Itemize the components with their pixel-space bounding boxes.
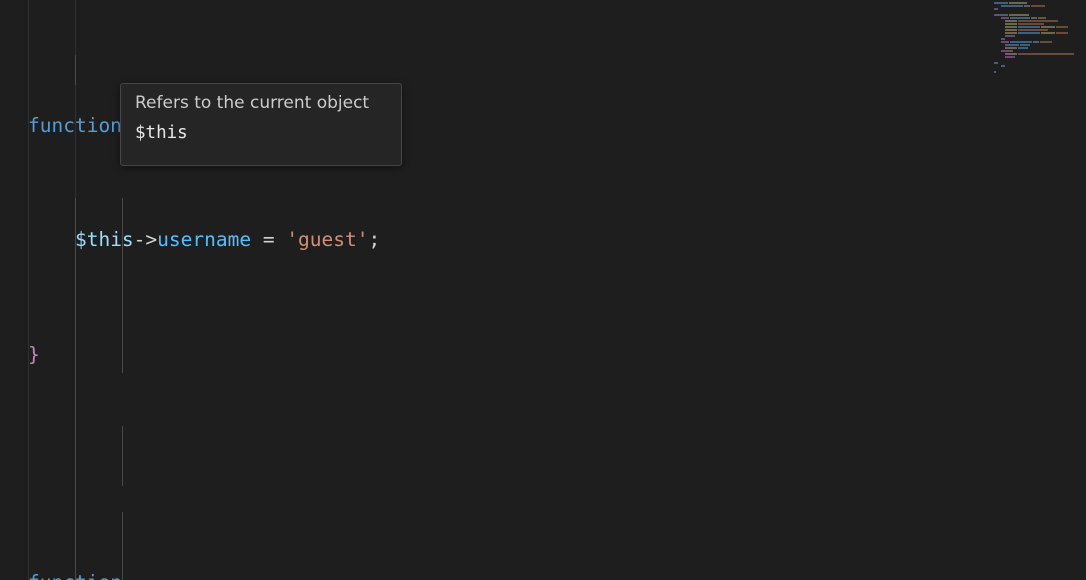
minimap-rows bbox=[994, 2, 1075, 74]
minimap-segment bbox=[994, 14, 1008, 16]
minimap-segment bbox=[994, 44, 1004, 46]
minimap-segment bbox=[1018, 26, 1040, 28]
minimap-segment bbox=[994, 62, 998, 64]
minimap-segment bbox=[994, 38, 1000, 40]
minimap-segment bbox=[1001, 50, 1013, 52]
minimap-segment bbox=[1056, 32, 1068, 34]
minimap-segment bbox=[1001, 38, 1005, 40]
minimap-segment bbox=[1031, 17, 1037, 19]
minimap-segment bbox=[1005, 56, 1015, 58]
minimap-segment bbox=[994, 26, 1004, 28]
minimap-segment bbox=[994, 50, 1000, 52]
minimap-segment bbox=[1001, 5, 1023, 7]
minimap-segment bbox=[994, 65, 1000, 67]
token-this: $this bbox=[74, 228, 134, 252]
minimap-segment bbox=[1018, 29, 1048, 31]
minimap-segment bbox=[1001, 65, 1005, 67]
minimap-segment bbox=[1024, 5, 1030, 7]
minimap-segment bbox=[1038, 17, 1046, 19]
minimap-segment bbox=[1018, 23, 1044, 25]
minimap-segment bbox=[1005, 20, 1017, 22]
minimap-segment bbox=[1001, 17, 1009, 19]
minimap-segment bbox=[1009, 14, 1029, 16]
minimap-segment bbox=[994, 29, 1004, 31]
minimap-segment bbox=[994, 35, 1004, 37]
minimap-segment bbox=[1056, 26, 1068, 28]
minimap-segment bbox=[994, 32, 1004, 34]
minimap-segment bbox=[1005, 53, 1017, 55]
minimap[interactable] bbox=[990, 0, 1086, 580]
code-line: } bbox=[28, 342, 40, 366]
minimap-segment bbox=[1033, 41, 1039, 43]
token-prop-username: username bbox=[157, 228, 252, 252]
minimap-segment bbox=[994, 71, 996, 73]
hover-tooltip-description: Refers to the current object bbox=[135, 93, 370, 113]
minimap-segment bbox=[1010, 41, 1032, 43]
minimap-segment bbox=[994, 8, 998, 10]
minimap-segment bbox=[1018, 47, 1028, 49]
code-line: $this->username = 'guest'; bbox=[74, 228, 381, 252]
minimap-segment bbox=[1005, 35, 1015, 37]
minimap-segment bbox=[994, 20, 1004, 22]
minimap-segment bbox=[994, 5, 1000, 7]
minimap-segment bbox=[1031, 5, 1045, 7]
minimap-segment bbox=[1005, 44, 1019, 46]
code-editor[interactable]: function __wakeup(){ $this->username = '… bbox=[0, 0, 1086, 580]
minimap-segment bbox=[1005, 26, 1017, 28]
minimap-segment bbox=[994, 41, 1000, 43]
minimap-segment bbox=[1005, 47, 1017, 49]
minimap-segment bbox=[1018, 20, 1058, 22]
hover-tooltip: Refers to the current object $this bbox=[120, 83, 402, 166]
minimap-segment bbox=[1018, 53, 1074, 55]
minimap-segment bbox=[1005, 29, 1017, 31]
minimap-segment bbox=[994, 47, 1004, 49]
token-string-guest: 'guest' bbox=[286, 228, 369, 252]
token-keyword-function: function bbox=[28, 113, 122, 137]
minimap-segment bbox=[1005, 23, 1017, 25]
minimap-segment bbox=[1001, 41, 1009, 43]
minimap-segment bbox=[994, 17, 1000, 19]
minimap-segment bbox=[994, 2, 1008, 4]
minimap-segment bbox=[994, 56, 1004, 58]
minimap-segment bbox=[1010, 17, 1030, 19]
hover-tooltip-signature: $this bbox=[135, 123, 188, 143]
minimap-row bbox=[994, 71, 1075, 74]
minimap-segment bbox=[1005, 32, 1017, 34]
minimap-segment bbox=[1018, 32, 1040, 34]
token-keyword-function: function bbox=[28, 571, 122, 580]
minimap-segment bbox=[1009, 2, 1027, 4]
minimap-segment bbox=[1020, 44, 1030, 46]
minimap-segment bbox=[1040, 41, 1052, 43]
code-line: function bbox=[0, 569, 1000, 580]
minimap-segment bbox=[994, 53, 1004, 55]
minimap-segment bbox=[994, 23, 1004, 25]
minimap-segment bbox=[1041, 26, 1055, 28]
minimap-segment bbox=[1041, 32, 1055, 34]
